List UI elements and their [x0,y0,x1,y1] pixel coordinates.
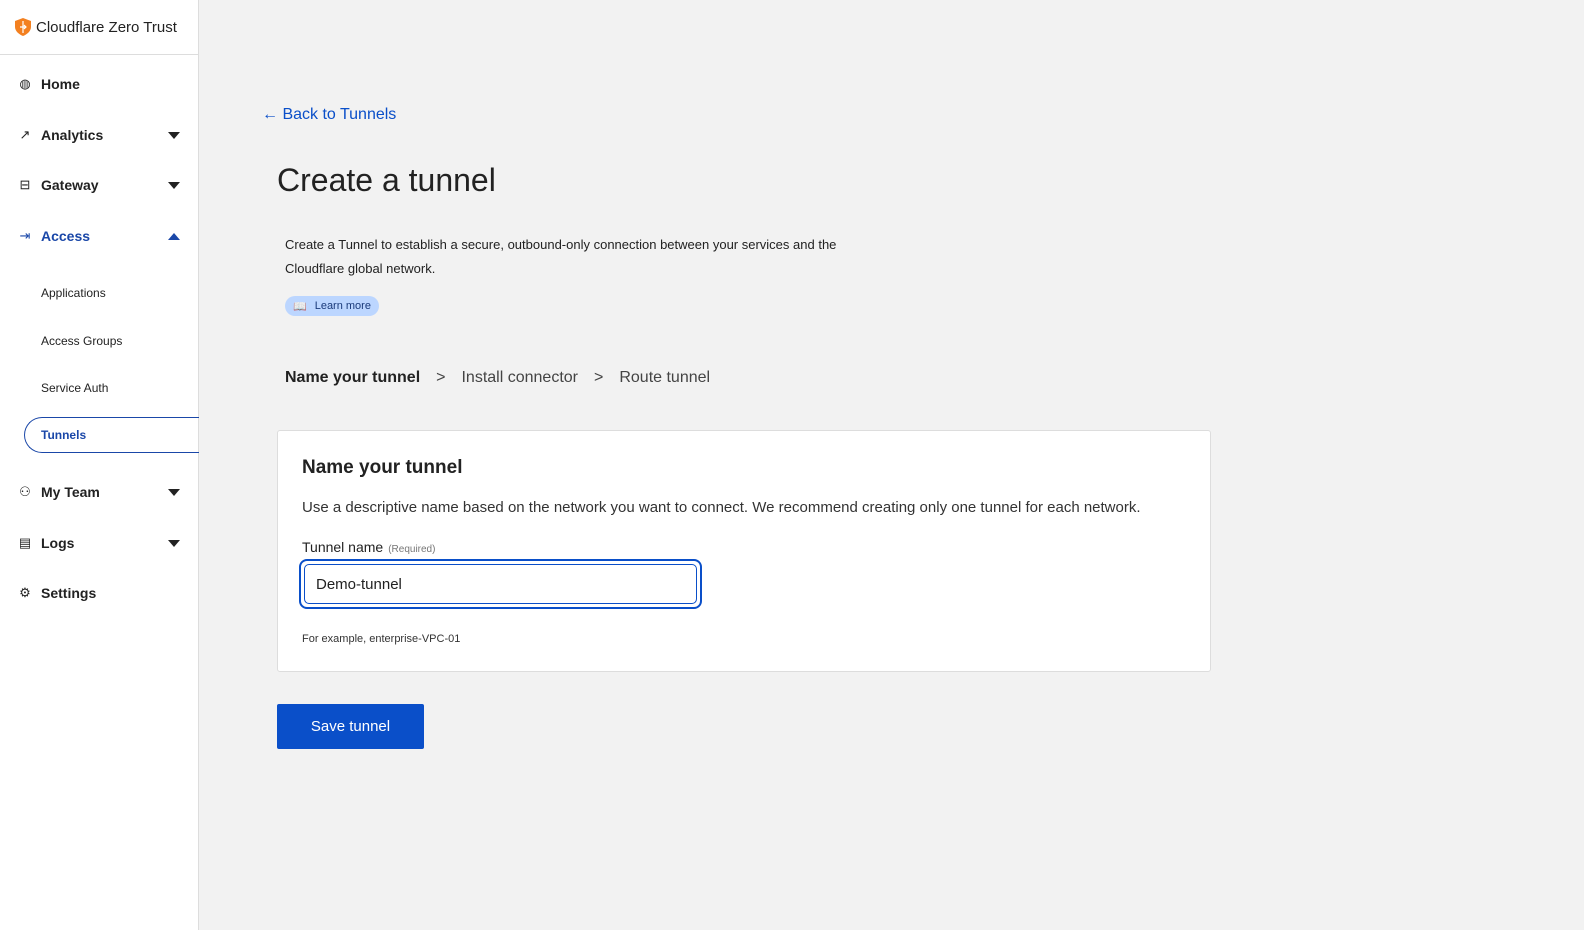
name-tunnel-card: Name your tunnel Use a descriptive name … [277,430,1211,672]
learn-more-button[interactable]: 📖 Learn more [285,296,379,316]
card-description: Use a descriptive name based on the netw… [302,499,1141,516]
tunnel-name-hint: For example, enterprise-VPC-01 [302,633,461,645]
chevron-down-icon [168,488,180,496]
required-tag: (Required) [388,544,436,555]
step-separator: > [594,369,604,386]
tunnel-name-input[interactable] [304,564,697,604]
cloudflare-shield-icon [15,18,31,36]
card-title: Name your tunnel [302,457,463,478]
brand-name: Cloudflare Zero Trust [36,18,177,36]
learn-more-label: Learn more [314,300,371,312]
chevron-down-icon [168,131,180,139]
nav-label: Settings [41,585,97,601]
label-text: Tunnel name [302,539,384,555]
brand-logo[interactable]: Cloudflare Zero Trust [0,0,198,55]
gateway-icon: ⊟ [19,177,31,192]
tunnel-name-focus-ring [299,559,702,609]
nav-label: Home [41,76,80,92]
nav-label: Access [41,228,91,244]
nav-access[interactable]: ⇥ Access [0,226,198,246]
nav-label: Analytics [41,127,104,143]
step-separator: > [436,369,446,386]
step-name-tunnel: Name your tunnel [285,369,421,386]
tunnel-name-label: Tunnel name (Required) [302,539,435,555]
nav-logs[interactable]: ▤ Logs [0,533,198,553]
nav-tunnels[interactable]: Tunnels [24,417,199,453]
back-to-tunnels-link[interactable]: ← Back to Tunnels [262,106,396,124]
nav-label: My Team [41,484,100,500]
nav-my-team[interactable]: ⚇ My Team [0,482,198,502]
nav-gateway[interactable]: ⊟ Gateway [0,175,198,195]
page-title: Create a tunnel [277,162,496,198]
nav-settings[interactable]: ⚙ Settings [0,583,198,603]
chart-line-icon: ↗ [19,127,31,142]
nav-home[interactable]: ◍ Home [0,74,198,94]
access-icon: ⇥ [19,228,31,243]
sidebar: Cloudflare Zero Trust ◍ Home ↗ Analytics ⊟… [0,0,199,930]
logs-icon: ▤ [18,535,32,550]
nav-access-groups[interactable]: Access Groups [41,334,122,348]
chevron-up-icon [168,232,180,240]
nav-applications[interactable]: Applications [41,286,106,300]
nav-label: Gateway [41,177,99,193]
team-icon: ⚇ [19,484,31,499]
chevron-down-icon [168,181,180,189]
globe-icon: ◍ [19,76,31,91]
page-description: Create a Tunnel to establish a secure, o… [285,237,837,276]
nav-service-auth[interactable]: Service Auth [41,381,108,395]
step-route-tunnel: Route tunnel [619,369,711,386]
step-install-connector: Install connector [461,369,578,386]
nav-analytics[interactable]: ↗ Analytics [0,125,198,145]
book-icon: 📖 [293,300,307,313]
stepper: Name your tunnel > Install connector > R… [285,369,710,387]
nav-label: Logs [41,535,75,551]
save-tunnel-button[interactable]: Save tunnel [277,704,424,749]
chevron-down-icon [168,539,180,547]
gear-icon: ⚙ [19,585,31,600]
